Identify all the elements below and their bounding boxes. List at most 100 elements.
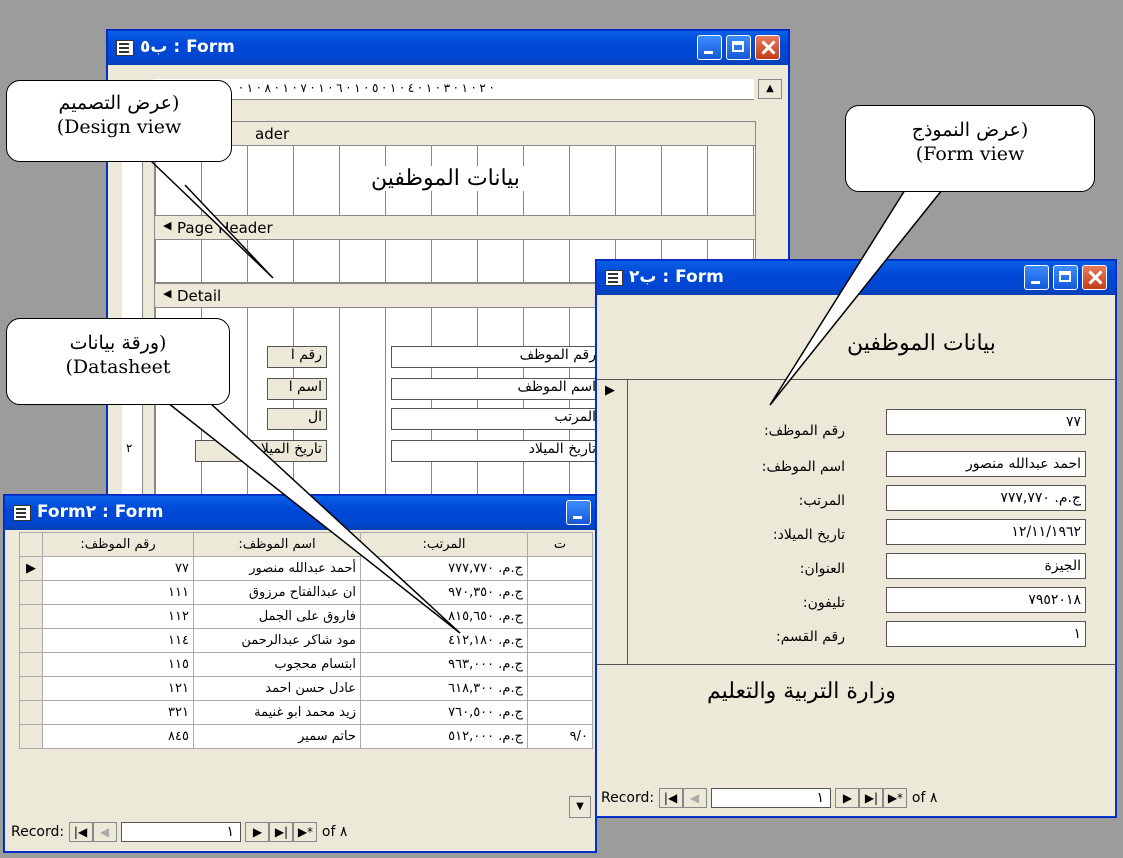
cell[interactable]: ٧٧ — [42, 556, 194, 581]
cell[interactable] — [527, 676, 593, 701]
maximize-button[interactable] — [1053, 265, 1078, 290]
column-header[interactable]: رقم الموظف: — [42, 532, 194, 557]
cell[interactable]: ابتسام محجوب — [193, 652, 361, 677]
minimize-button[interactable] — [566, 500, 591, 525]
next-record-icon[interactable]: ▶ — [245, 822, 270, 842]
cell[interactable]: ج.م. ٨١٥,٦٥٠ — [360, 604, 528, 629]
first-record-icon[interactable]: |◀ — [68, 822, 93, 842]
row-selector[interactable] — [19, 724, 43, 749]
design-label-2[interactable]: اسم ا — [267, 378, 327, 400]
row-selector[interactable] — [19, 700, 43, 725]
form-field-4[interactable]: ١٢/١١/١٩٦٢ — [886, 519, 1086, 545]
report-header-grid: بيانات الموظفين — [154, 145, 756, 217]
cell[interactable]: مود شاكر عبدالرحمن — [193, 628, 361, 653]
scroll-up-arrow[interactable]: ▲ — [758, 79, 782, 99]
new-record-icon[interactable]: ▶* — [883, 788, 908, 808]
form-field-1[interactable]: ٧٧ — [886, 409, 1086, 435]
cell[interactable]: ج.م. ٧٧٧,٧٧٠ — [360, 556, 528, 581]
table-row[interactable]: ١١٢ فاروق على الجمل ج.م. ٨١٥,٦٥٠ — [19, 604, 593, 629]
column-header[interactable]: ت — [527, 532, 593, 557]
minimize-button[interactable] — [697, 35, 722, 60]
row-selector[interactable] — [19, 604, 43, 629]
cell[interactable]: ج.م. ٩٧٠,٣٥٠ — [360, 580, 528, 605]
design-label-1[interactable]: رقم ا — [267, 346, 327, 368]
record-selector[interactable]: ▶ — [597, 379, 628, 664]
cell[interactable]: ج.م. ٥١٢,٠٠٠ — [360, 724, 528, 749]
datasheet-window-titlebar[interactable]: Form٢ : Form — [5, 496, 595, 530]
row-selector[interactable] — [19, 580, 43, 605]
row-selector[interactable] — [19, 676, 43, 701]
row-selector[interactable] — [19, 628, 43, 653]
cell[interactable]: عادل حسن احمد — [193, 676, 361, 701]
cell[interactable]: ان عبدالفتاح مرزوق — [193, 580, 361, 605]
table-row[interactable]: ▶ ٧٧ أحمد عبدالله منصور ج.م. ٧٧٧,٧٧٠ — [19, 556, 593, 581]
maximize-button[interactable] — [726, 35, 751, 60]
record-number-input[interactable]: ١ — [711, 788, 831, 808]
cell[interactable]: ١٢١ — [42, 676, 194, 701]
new-record-icon[interactable]: ▶* — [293, 822, 318, 842]
design-field-4[interactable]: تاريخ الميلاد — [391, 440, 601, 462]
column-header[interactable]: المرتب: — [360, 532, 528, 557]
first-record-icon[interactable]: |◀ — [658, 788, 683, 808]
cell[interactable]: ٩/٠ — [527, 724, 593, 749]
cell[interactable]: ١١٤ — [42, 628, 194, 653]
form-field-6[interactable]: ٧٩٥٢٠١٨ — [886, 587, 1086, 613]
design-window-titlebar[interactable]: ب٥ : Form — [108, 31, 788, 65]
design-field-1[interactable]: رقم الموظف — [391, 346, 601, 368]
cell[interactable] — [527, 580, 593, 605]
form-icon — [13, 505, 31, 521]
table-row[interactable]: ٣٢١ زيد محمد ابو غنيمة ج.م. ٧٦٠,٥٠٠ — [19, 700, 593, 725]
design-heading[interactable]: بيانات الموظفين — [367, 166, 524, 191]
table-row[interactable]: ١١٤ مود شاكر عبدالرحمن ج.م. ٤١٢,١٨٠ — [19, 628, 593, 653]
cell[interactable]: ١١٥ — [42, 652, 194, 677]
prev-record-icon[interactable]: ◀ — [92, 822, 117, 842]
cell[interactable]: ١١٢ — [42, 604, 194, 629]
cell[interactable]: ٨٤٥ — [42, 724, 194, 749]
form-field-2[interactable]: احمد عبدالله منصور — [886, 451, 1086, 477]
design-label-3[interactable]: ال — [267, 408, 327, 430]
prev-record-icon[interactable]: ◀ — [682, 788, 707, 808]
form-field-7[interactable]: ١ — [886, 621, 1086, 647]
cell[interactable] — [527, 628, 593, 653]
page-header-band[interactable]: ◀ Page Header — [154, 215, 756, 241]
table-row[interactable]: ٨٤٥ حاتم سمير ج.م. ٥١٢,٠٠٠ ٩/٠ — [19, 724, 593, 749]
record-number-input[interactable]: ١ — [121, 822, 241, 842]
cell[interactable]: ج.م. ٤١٢,١٨٠ — [360, 628, 528, 653]
close-button[interactable] — [755, 35, 780, 60]
cell[interactable]: ج.م. ٧٦٠,٥٠٠ — [360, 700, 528, 725]
form-window-titlebar[interactable]: ب٢ : Form — [597, 261, 1115, 295]
row-selector[interactable] — [19, 652, 43, 677]
table-row[interactable]: ١١٥ ابتسام محجوب ج.م. ٩٦٣,٠٠٠ — [19, 652, 593, 677]
cell[interactable] — [527, 700, 593, 725]
table-row[interactable]: ١٢١ عادل حسن احمد ج.م. ٦١٨,٣٠٠ — [19, 676, 593, 701]
cell[interactable] — [527, 652, 593, 677]
design-field-2[interactable]: اسم الموظف — [391, 378, 601, 400]
last-record-icon[interactable]: ▶| — [859, 788, 884, 808]
cell[interactable]: ١١١ — [42, 580, 194, 605]
cell[interactable]: زيد محمد ابو غنيمة — [193, 700, 361, 725]
cell[interactable]: ج.م. ٩٦٣,٠٠٠ — [360, 652, 528, 677]
next-record-icon[interactable]: ▶ — [835, 788, 860, 808]
table-row[interactable]: ١١١ ان عبدالفتاح مرزوق ج.م. ٩٧٠,٣٥٠ — [19, 580, 593, 605]
callout-arabic: (عرض النموذج — [911, 119, 1029, 141]
form-icon — [605, 270, 623, 286]
report-header-band[interactable]: ader — [154, 121, 756, 147]
cell[interactable]: فاروق على الجمل — [193, 604, 361, 629]
cell[interactable] — [527, 604, 593, 629]
cell[interactable]: حاتم سمير — [193, 724, 361, 749]
design-field-3[interactable]: المرتب — [391, 408, 601, 430]
cell[interactable] — [527, 556, 593, 581]
close-button[interactable] — [1082, 265, 1107, 290]
minimize-button[interactable] — [1024, 265, 1049, 290]
cell[interactable]: ٣٢١ — [42, 700, 194, 725]
design-label-4[interactable]: تاريخ الميلاد: — [195, 440, 327, 462]
last-record-icon[interactable]: ▶| — [269, 822, 294, 842]
column-header[interactable]: اسم الموظف: — [193, 532, 361, 557]
row-selector-icon[interactable]: ▶ — [19, 556, 43, 581]
cell[interactable]: أحمد عبدالله منصور — [193, 556, 361, 581]
form-field-5[interactable]: الجيزة — [886, 553, 1086, 579]
scroll-down-arrow[interactable]: ▼ — [569, 796, 591, 818]
cell[interactable]: ج.م. ٦١٨,٣٠٠ — [360, 676, 528, 701]
form-field-3[interactable]: ج.م. ٧٧٧,٧٧٠ — [886, 485, 1086, 511]
datasheet-callout: (ورقة بيانات (Datasheet — [6, 318, 230, 405]
